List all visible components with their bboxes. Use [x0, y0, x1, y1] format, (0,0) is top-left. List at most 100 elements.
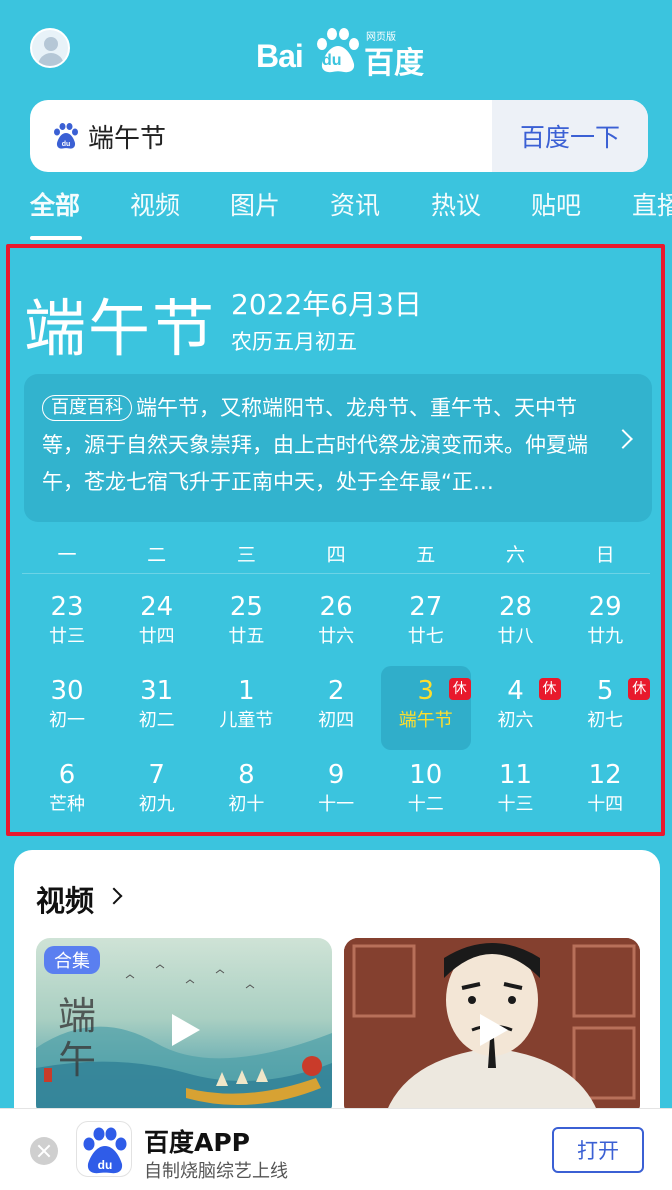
calendar-day[interactable]: 27 廿七 [381, 582, 471, 666]
day-number: 30 [50, 676, 84, 706]
calendar-day[interactable]: 9 十一 [291, 750, 381, 834]
tab-images[interactable]: 图片 [230, 186, 280, 222]
calendar-day[interactable]: 1 儿童节 [201, 666, 291, 750]
calendar-day[interactable]: 7 初九 [112, 750, 202, 834]
close-icon[interactable] [30, 1137, 58, 1165]
baike-summary[interactable]: 百度百科 端午节，又称端阳节、龙舟节、重午节、天中节等，源于自然天象崇拜，由上古时… [24, 374, 652, 522]
day-number: 29 [588, 592, 622, 622]
calendar-day[interactable]: 6 芒种 [22, 750, 112, 834]
day-number: 9 [327, 760, 345, 790]
calendar-day[interactable]: 11 十三 [471, 750, 561, 834]
day-number: 6 [58, 760, 76, 790]
tab-news[interactable]: 资讯 [330, 186, 380, 222]
day-lunar: 初六 [497, 710, 534, 731]
day-lunar: 廿五 [228, 626, 265, 647]
tab-all[interactable]: 全部 [30, 186, 80, 222]
paw-logo-icon: du [83, 1127, 127, 1174]
rest-day-badge: 休 [538, 678, 561, 700]
day-lunar: 廿三 [49, 626, 85, 647]
weekday-label: 二 [147, 544, 167, 566]
video-section-title[interactable]: 视频 [36, 878, 94, 920]
day-number: 26 [319, 592, 353, 622]
svg-text:du: du [62, 141, 71, 148]
day-lunar: 廿六 [318, 626, 355, 647]
calendar-day[interactable]: 28 廿八 [471, 582, 561, 666]
search-button[interactable]: 百度一下 [492, 100, 648, 172]
day-number: 7 [148, 760, 165, 790]
day-lunar: 初一 [49, 710, 85, 731]
day-lunar: 十二 [407, 794, 444, 815]
day-lunar: 初二 [138, 710, 175, 731]
weekday-label: 五 [416, 544, 436, 566]
weekday-label: 三 [236, 544, 256, 566]
festival-date: 2022年6月3日 [231, 288, 422, 321]
baidu-paw-icon: du [54, 123, 78, 149]
tab-tieba[interactable]: 贴吧 [531, 186, 581, 222]
day-lunar: 端午节 [398, 710, 453, 731]
search-input[interactable] [88, 114, 508, 158]
thumbnail-calligraphy: 端午 [58, 994, 97, 1082]
open-app-button[interactable]: 打开 [552, 1127, 644, 1173]
tab-live[interactable]: 直播 [632, 186, 672, 222]
baike-tag: 百度百科 [42, 395, 132, 421]
avatar-body-shape [38, 53, 64, 66]
rest-day-badge: 休 [448, 678, 471, 700]
calendar-day[interactable]: 29 廿九 [560, 582, 650, 666]
app-name: 百度APP [144, 1128, 250, 1157]
video-thumbnail[interactable] [344, 938, 640, 1118]
calendar-day[interactable]: 24 廿四 [112, 582, 202, 666]
svg-text:du: du [98, 1158, 113, 1172]
tab-video[interactable]: 视频 [130, 186, 180, 222]
chevron-right-icon [105, 887, 123, 905]
calendar-day[interactable]: 23 廿三 [22, 582, 112, 666]
play-icon [164, 1010, 204, 1050]
day-number: 31 [140, 676, 174, 706]
calendar-day[interactable]: 10 十二 [381, 750, 471, 834]
day-number: 12 [588, 760, 622, 790]
app-description: 自制烧脑综艺上线 [144, 1161, 288, 1182]
logo-chinese: 百度 [364, 46, 424, 81]
logo-du: du [322, 52, 342, 69]
calendar-day[interactable]: 12 十四 [560, 750, 650, 834]
day-lunar: 儿童节 [219, 710, 274, 731]
festival-title: 端午节 [24, 292, 217, 365]
weekday-label: 日 [595, 544, 615, 566]
weekday-label: 一 [57, 544, 77, 566]
day-lunar: 廿九 [587, 626, 624, 647]
active-tab-indicator [30, 236, 82, 240]
day-number: 1 [238, 676, 255, 706]
calendar-weekday-header: 一 二 三 四 五 六 日 [22, 540, 650, 574]
search-bar: du 百度一下 [30, 100, 648, 172]
day-lunar: 廿七 [407, 626, 444, 647]
day-lunar: 初十 [228, 794, 265, 815]
day-lunar: 廿四 [138, 626, 175, 647]
day-lunar: 初四 [318, 710, 355, 731]
tab-discussion[interactable]: 热议 [431, 186, 481, 222]
avatar[interactable] [30, 28, 70, 68]
day-number: 24 [140, 592, 174, 622]
weekday-label: 四 [326, 544, 346, 566]
logo-text: Bai [256, 38, 304, 74]
calendar-day[interactable]: 2 初四 [291, 666, 381, 750]
baidu-app-icon: du [76, 1121, 132, 1177]
day-lunar: 初九 [138, 794, 175, 815]
day-number: 23 [50, 592, 84, 622]
app-download-bar: du 百度APP 自制烧脑综艺上线 打开 [0, 1108, 672, 1190]
calendar-day[interactable]: 25 廿五 [201, 582, 291, 666]
day-number: 8 [238, 760, 255, 790]
calendar-day[interactable]: 8 初十 [201, 750, 291, 834]
calendar-day-selected[interactable]: 3 端午节休 [380, 666, 471, 750]
collection-badge: 合集 [44, 946, 100, 974]
day-lunar: 十四 [587, 794, 624, 815]
baike-text-block: 百度百科 端午节，又称端阳节、龙舟节、重午节、天中节等，源于自然天象崇拜，由上古时… [42, 390, 602, 501]
search-tabs: 全部 视频 图片 资讯 热议 贴吧 直播 [0, 186, 672, 236]
day-number: 28 [498, 592, 533, 622]
video-thumbnail[interactable]: 合集 端午 [36, 938, 332, 1118]
festival-lunar-date: 农历五月初五 [231, 330, 357, 354]
calendar-day[interactable]: 4 初六休 [471, 666, 561, 750]
calendar-day[interactable]: 5 初七休 [560, 666, 651, 750]
baidu-logo[interactable]: Bai du 网页版 百度 [256, 26, 426, 81]
calendar-day[interactable]: 31 初二 [112, 666, 202, 750]
calendar-day[interactable]: 30 初一 [22, 666, 112, 750]
calendar-day[interactable]: 26 廿六 [291, 582, 381, 666]
